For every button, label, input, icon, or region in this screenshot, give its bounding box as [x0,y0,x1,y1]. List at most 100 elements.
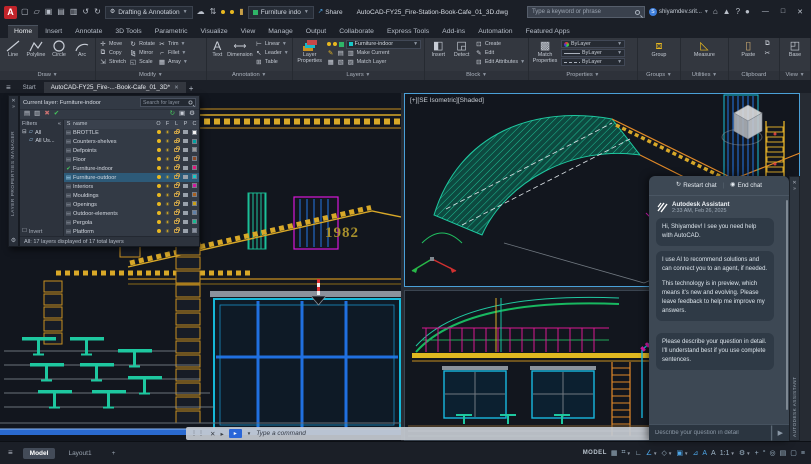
tab-insert[interactable]: Insert [39,26,68,38]
command-line[interactable]: ⋮⋮ ✕ ▸ ▸ ▼ Type a command [186,427,656,440]
layout-menu-icon[interactable]: ≡ [8,448,13,457]
panel-view-label[interactable]: View ▼ [780,71,810,80]
layer-freeze-icon[interactable] [339,42,344,47]
panel-block-label[interactable]: Block ▼ [425,71,528,80]
layer-isolate-icon[interactable] [333,42,337,46]
send-icon[interactable]: ▶ [778,429,783,437]
panel-clipboard-label[interactable]: Clipboard [729,71,779,80]
help-search-input[interactable]: Type a keyword or phrase [527,6,645,18]
layer-row-selected[interactable]: ▤Furniture-outdoor☀ [64,173,199,182]
layer-search-input[interactable]: Search for layer [140,98,196,107]
units-button[interactable]: ° [763,450,766,457]
redo-icon[interactable]: ↻ [94,8,101,16]
linear-button[interactable]: ⊢Linear▼ [255,40,289,48]
graphics-performance-toggle[interactable]: ▤ [780,449,787,457]
save-as-icon[interactable]: ▤ [57,8,65,16]
tab-add-ins[interactable]: Add-ins [436,26,471,38]
annotation-monitor-toggle[interactable]: + [755,450,759,457]
customize-menu[interactable]: ≡ [801,450,805,457]
grid-toggle[interactable]: ▦ [611,449,618,457]
command-prompt[interactable]: Type a command [256,430,306,437]
tab-3d-tools[interactable]: 3D Tools [109,26,147,38]
snap-toggle[interactable]: ⌗▼ [621,449,630,457]
scale-button[interactable]: ◱Scale [129,58,155,66]
layer-row[interactable]: ▤Pergola☀ [64,218,199,227]
palette-properties-icon[interactable]: ⚙ [11,237,16,244]
layer-row[interactable]: ▤BROTTLE☀ [64,129,199,138]
lineweight-dropdown[interactable]: ByLayer▼ [561,49,625,57]
save-icon[interactable]: ▣ [45,8,53,16]
isodraft-toggle[interactable]: ◇▼ [662,449,673,457]
layer-row[interactable]: ▤Floor☀ [64,155,199,164]
array-button[interactable]: ▦Array▼ [158,58,188,66]
isolate-objects-button[interactable]: ◎ [770,449,776,457]
edit-block-button[interactable]: ✎Edit [475,49,525,57]
layout1-tab[interactable]: Layout1 [61,448,98,459]
rotate-button[interactable]: ↻Rotate [129,40,155,48]
tree-expand-icon[interactable]: ⊟ [22,130,27,136]
layer-row-current[interactable]: ✔Furniture-indoor☀ [64,164,199,173]
match-properties-button[interactable]: ▩ Match Properties [532,40,558,65]
layer-row[interactable]: ▤Interiors☀ [64,182,199,191]
settings-gear-icon[interactable]: ⚙ [189,111,195,118]
restart-chat-button[interactable]: ↻ Restart chat [676,182,717,189]
linetype-dropdown[interactable]: ByLayer▼ [561,58,625,66]
tab-parametric[interactable]: Parametric [149,26,194,38]
filter-all-used[interactable]: ▱All Us... [22,138,61,144]
panel-annotation-label[interactable]: Annotation ▼ [207,71,292,80]
save-to-web-icon[interactable]: ⇅ [210,8,217,16]
tab-express-tools[interactable]: Express Tools [381,26,435,38]
new-file-icon[interactable]: ▢ [21,8,29,16]
layer-row[interactable]: ▤Openings☀ [64,200,199,209]
create-block-button[interactable]: ⊡Create [475,40,525,48]
panel-groups-label[interactable]: Groups ▼ [638,71,680,80]
account-menu[interactable]: S shiyamdev.srit... ▼ [649,8,709,16]
tab-start[interactable]: Start [16,82,43,93]
fillet-button[interactable]: ⌐Fillet▼ [158,49,188,57]
edit-attributes-button[interactable]: ⊟Edit Attributes▼ [475,58,525,66]
panel-properties-label[interactable]: Properties ▼ [529,71,637,80]
clean-screen-toggle[interactable]: ▢ [790,449,797,457]
detect-button[interactable]: ◲ Detect [451,40,471,59]
annotation-visibility-toggle[interactable]: A [702,450,707,457]
chevron-down-icon[interactable]: ▼ [247,431,251,436]
copy-clip-button[interactable]: ⧉ [763,40,771,48]
refresh-icon[interactable]: ↻ [170,111,175,118]
model-space-label[interactable]: MODEL [583,450,607,456]
layer-states-icon[interactable]: ▣ [179,111,185,118]
layer-table-header[interactable]: S Name O F L P C [64,120,199,129]
layer-row[interactable]: ▤Defpoints☀ [64,146,199,155]
circle-button[interactable]: Circle [49,40,69,59]
maximize-button[interactable]: □ [781,8,785,16]
layer-on-icon[interactable] [221,10,225,14]
layer-row[interactable]: ▤Mouldings☀ [64,191,199,200]
tab-featured-apps[interactable]: Featured Apps [520,26,576,38]
make-current-button[interactable]: ✎ ▤ ▥ Make Current [327,49,421,57]
new-layer-icon[interactable]: ▤ [24,111,30,118]
close-button[interactable]: ✕ [797,8,803,16]
tab-manage[interactable]: Manage [262,26,299,38]
layer-row[interactable]: ▤Platform☀ [64,227,199,236]
minimize-button[interactable]: — [762,8,769,16]
assistant-rail[interactable]: ✕ » AUTODESK ASSISTANT [789,176,800,441]
end-chat-button[interactable]: ◉ End chat [730,182,762,189]
delete-layer-icon[interactable]: ✖ [44,111,49,118]
layer-on-icon[interactable] [230,10,234,14]
layer-off-icon[interactable] [327,42,331,46]
paste-button[interactable]: ▯ Paste [736,40,760,59]
search-icon[interactable] [635,10,640,15]
chat-messages[interactable]: Autodesk Assistant 2:33 AM, Feb 26, 2025… [649,196,789,424]
tab-collaborate[interactable]: Collaborate [333,26,380,38]
move-button[interactable]: ✛Move [99,40,126,48]
color-dropdown[interactable]: ByLayer▼ [561,40,625,48]
line-button[interactable]: Line [3,40,23,59]
model-tab[interactable]: Model [23,448,56,459]
notifications-icon[interactable]: ● [745,8,750,16]
chat-scrollbar[interactable] [786,200,788,410]
polar-tracking-toggle[interactable]: ∠▼ [646,449,658,457]
autodesk-apps-icon[interactable]: ▲ [723,8,731,16]
tab-visualize[interactable]: Visualize [195,26,234,38]
polyline-button[interactable]: Polyline [26,40,46,59]
trim-button[interactable]: ✂Trim▼ [158,40,188,48]
mirror-button[interactable]: ⧎Mirror [129,49,155,57]
